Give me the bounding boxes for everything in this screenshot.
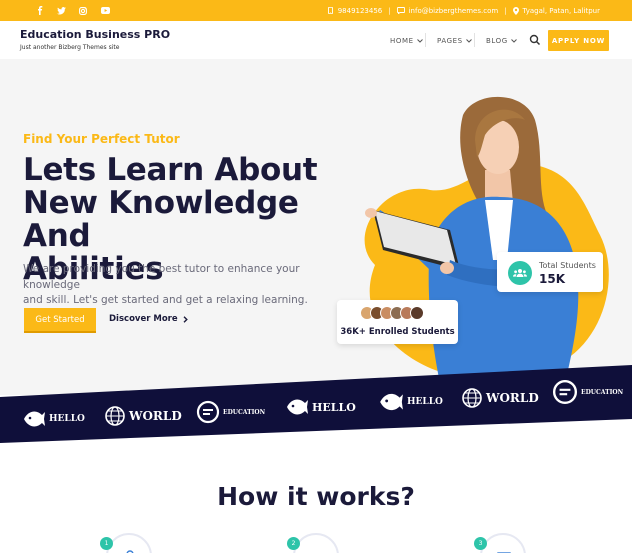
nav-item-home[interactable]: HOME <box>390 35 423 47</box>
certificate-icon <box>497 552 511 553</box>
partner-logo: EDUCATION <box>196 397 265 427</box>
step-number-badge: 2 <box>287 537 300 550</box>
youtube-icon[interactable] <box>94 0 116 21</box>
users-icon <box>508 261 532 285</box>
fish-icon <box>380 393 403 411</box>
email-address[interactable]: info@bizbergthemes.com <box>409 7 499 15</box>
fish-icon <box>24 411 45 427</box>
instagram-icon[interactable] <box>72 0 94 21</box>
partner-logo-text: HELLO <box>312 400 356 414</box>
hero-section: Find Your Perfect Tutor Lets Learn About… <box>0 59 632 395</box>
enrolled-students-card: 36K+ Enrolled Students <box>337 300 458 344</box>
enrolled-students-label: 36K+ Enrolled Students <box>340 327 455 337</box>
top-bar: 9849123456 | info@bizbergthemes.com | Ty… <box>0 0 632 21</box>
fish-icon <box>287 399 308 415</box>
partner-logo: WORLD <box>104 401 182 431</box>
book-icon <box>307 547 327 553</box>
partner-logo-text: HELLO <box>49 414 85 424</box>
chevron-right-icon <box>183 315 188 323</box>
globe-icon <box>462 388 482 408</box>
discover-more-link[interactable]: Discover More <box>109 314 188 324</box>
step-card: 3 <box>474 533 526 553</box>
step-card: 1 <box>100 533 152 553</box>
phone-icon <box>327 7 333 14</box>
speech-bubble-icon <box>552 379 578 405</box>
partner-logo: HELLO <box>285 392 356 422</box>
hero-description: We are providing you the best tutor to e… <box>23 262 313 309</box>
location-text: Tyagal, Patan, Lalitpur <box>522 6 600 15</box>
nav-divider <box>474 33 475 47</box>
partner-logo: WORLD <box>461 383 539 413</box>
contact-info: 9849123456 | info@bizbergthemes.com | Ty… <box>327 0 600 21</box>
globe-icon <box>105 406 125 426</box>
separator: | <box>504 6 507 15</box>
chevron-down-icon <box>510 39 517 43</box>
nav-label: PAGES <box>437 37 463 45</box>
hero-eyebrow: Find Your Perfect Tutor <box>23 132 180 146</box>
avatar <box>410 306 424 320</box>
twitter-icon[interactable] <box>50 0 72 21</box>
phone-number[interactable]: 9849123456 <box>338 7 383 15</box>
search-icon[interactable] <box>529 34 541 46</box>
chat-icon <box>396 7 405 14</box>
partner-logo-text: EDUCATION <box>581 388 624 396</box>
description-line: and skill. Let's get started and get a r… <box>23 294 308 306</box>
site-title[interactable]: Education Business PRO <box>20 28 170 41</box>
user-icon <box>126 550 134 553</box>
total-students-label: Total Students <box>539 261 596 270</box>
partner-logo-text: WORLD <box>129 409 182 423</box>
step-number-badge: 1 <box>100 537 113 550</box>
nav-label: BLOG <box>486 37 508 45</box>
partner-logo: HELLO <box>22 404 85 434</box>
get-started-button[interactable]: Get Started <box>24 308 96 333</box>
description-line: We are providing you the best tutor to e… <box>23 263 300 291</box>
nav-item-blog[interactable]: BLOG <box>486 35 517 47</box>
total-students-card: Total Students 15K <box>497 252 603 292</box>
facebook-icon[interactable] <box>29 0 51 21</box>
partner-logo-text: EDUCATION <box>223 408 266 416</box>
separator: | <box>388 6 391 15</box>
nav-label: HOME <box>390 37 414 45</box>
nav-item-pages[interactable]: PAGES <box>437 35 472 47</box>
location-pin-icon <box>512 6 519 15</box>
partner-logo: HELLO <box>378 387 443 417</box>
partner-logo: EDUCATION <box>552 377 623 407</box>
partner-logo-text: HELLO <box>407 397 443 407</box>
apply-now-button[interactable]: APPLY NOW <box>548 30 609 51</box>
chevron-down-icon <box>465 39 472 43</box>
speech-bubble-icon <box>196 400 220 424</box>
step-card: 2 <box>287 533 339 553</box>
site-header: Education Business PRO Just another Bizb… <box>0 21 632 59</box>
headline-line: Lets Learn About <box>23 152 318 188</box>
nav-divider <box>425 33 426 47</box>
section-title: How it works? <box>217 482 415 511</box>
step-number-badge: 3 <box>474 537 487 550</box>
total-students-value: 15K <box>539 272 565 286</box>
partner-logo-text: WORLD <box>486 391 539 405</box>
chevron-down-icon <box>416 39 423 43</box>
site-tagline: Just another Bizberg Themes site <box>20 44 120 51</box>
discover-more-label: Discover More <box>109 314 178 324</box>
tutor-illustration <box>364 96 609 395</box>
student-avatars <box>360 306 424 323</box>
headline-line: New Knowledge And <box>23 185 299 254</box>
